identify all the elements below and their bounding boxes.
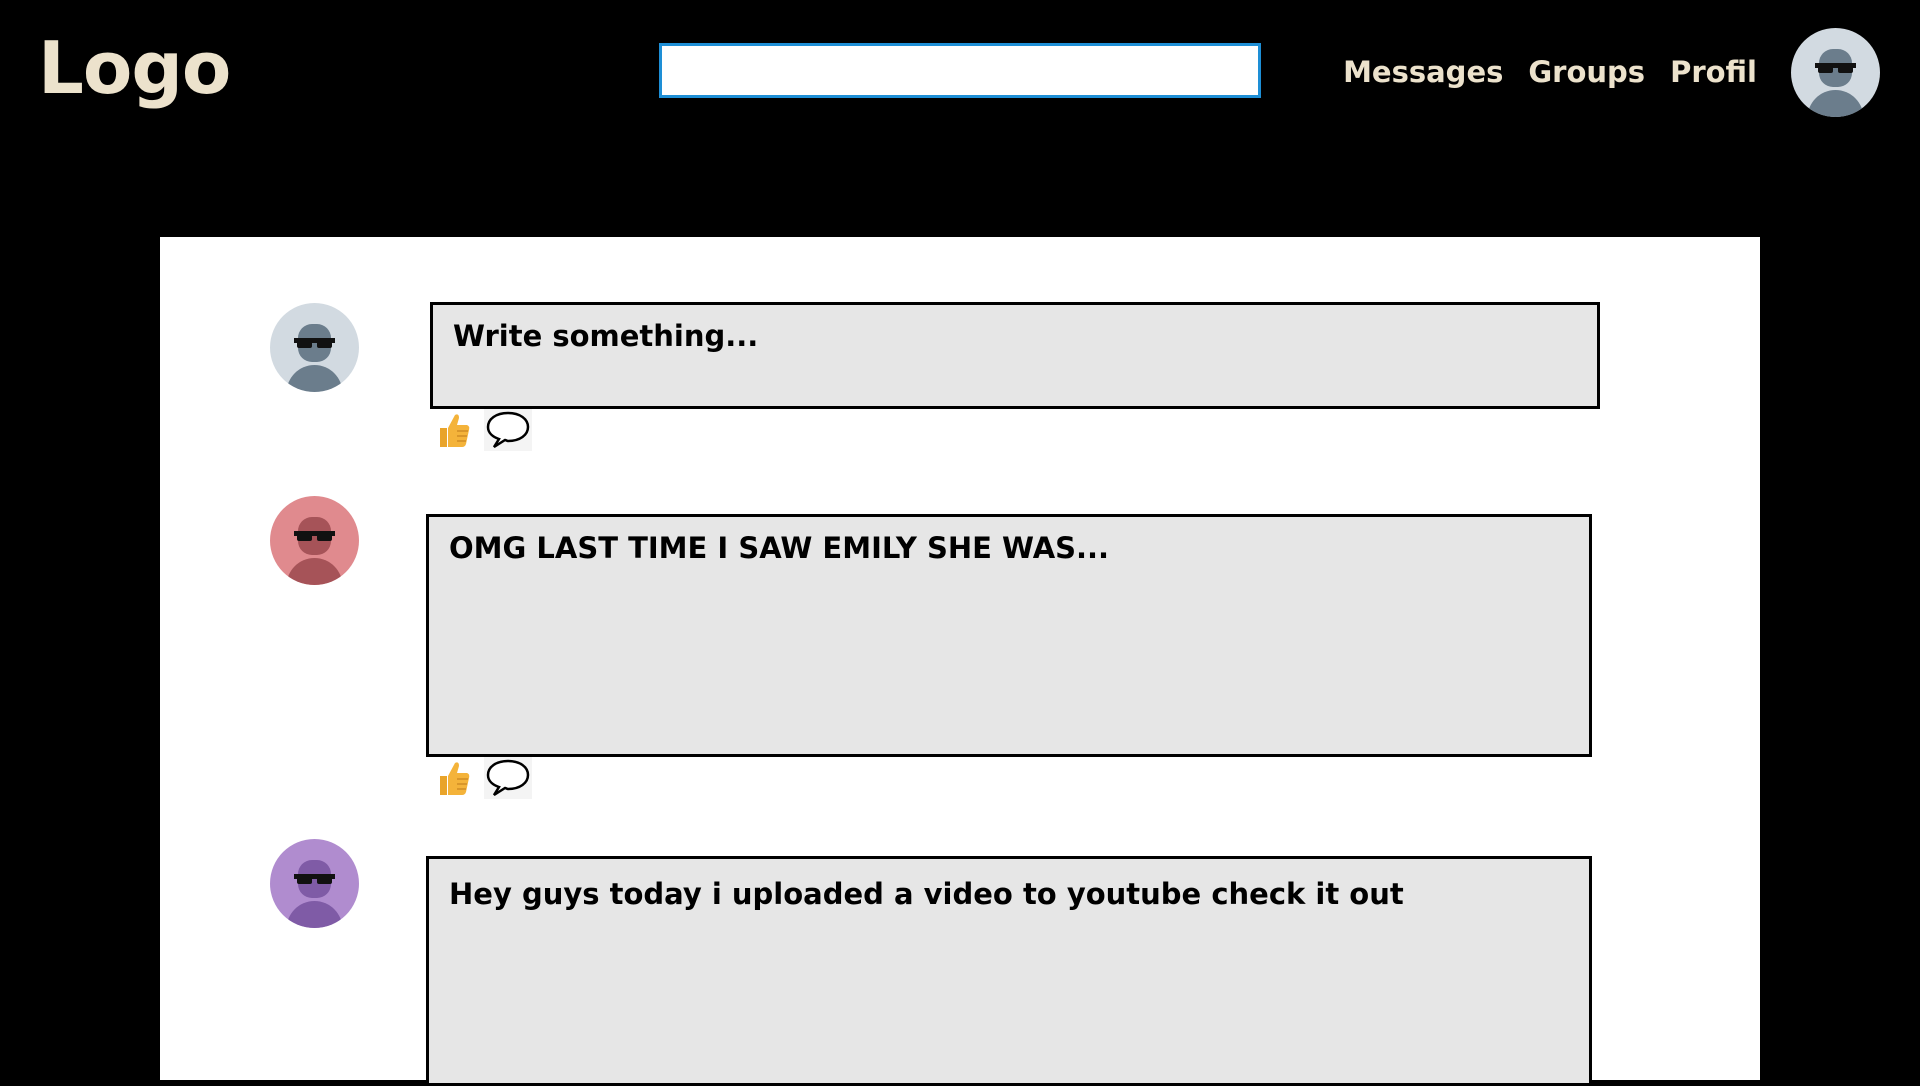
speech-bubble-icon bbox=[486, 759, 530, 797]
composer-avatar[interactable] bbox=[270, 303, 359, 392]
nav-groups[interactable]: Groups bbox=[1528, 50, 1645, 94]
search-input[interactable] bbox=[659, 43, 1261, 98]
post-content: Hey guys today i uploaded a video to you… bbox=[426, 856, 1592, 1086]
post-actions bbox=[434, 757, 532, 799]
post-text: OMG LAST TIME I SAW EMILY SHE WAS... bbox=[449, 531, 1110, 565]
composer-actions bbox=[434, 409, 532, 451]
post-author-avatar[interactable] bbox=[270, 496, 359, 585]
nav-messages[interactable]: Messages bbox=[1343, 50, 1503, 94]
user-avatar-icon bbox=[270, 496, 359, 585]
main-nav: Messages Groups Profil bbox=[1343, 50, 1757, 94]
composer-like-button[interactable] bbox=[434, 409, 474, 451]
post-text: Hey guys today i uploaded a video to you… bbox=[449, 877, 1404, 911]
nav-profil[interactable]: Profil bbox=[1670, 50, 1757, 94]
user-avatar-icon bbox=[1791, 28, 1880, 117]
comment-button[interactable] bbox=[484, 757, 532, 799]
composer-placeholder: Write something... bbox=[453, 319, 759, 353]
feed-panel: Write something... OMG LAST TIME I SAW E… bbox=[160, 237, 1760, 1086]
thumbs-up-icon bbox=[440, 414, 470, 447]
user-avatar-icon bbox=[270, 839, 359, 928]
composer-input[interactable]: Write something... bbox=[430, 302, 1600, 409]
user-avatar-icon bbox=[270, 303, 359, 392]
speech-bubble-icon bbox=[486, 411, 530, 449]
top-header: Logo Messages Groups Profil bbox=[0, 0, 1920, 237]
composer-comment-button[interactable] bbox=[484, 409, 532, 451]
like-button[interactable] bbox=[434, 757, 474, 799]
post-content: OMG LAST TIME I SAW EMILY SHE WAS... bbox=[426, 514, 1592, 757]
post-author-avatar[interactable] bbox=[270, 839, 359, 928]
thumbs-up-icon bbox=[440, 762, 470, 795]
logo[interactable]: Logo bbox=[38, 22, 231, 114]
header-user-avatar[interactable] bbox=[1791, 28, 1880, 117]
